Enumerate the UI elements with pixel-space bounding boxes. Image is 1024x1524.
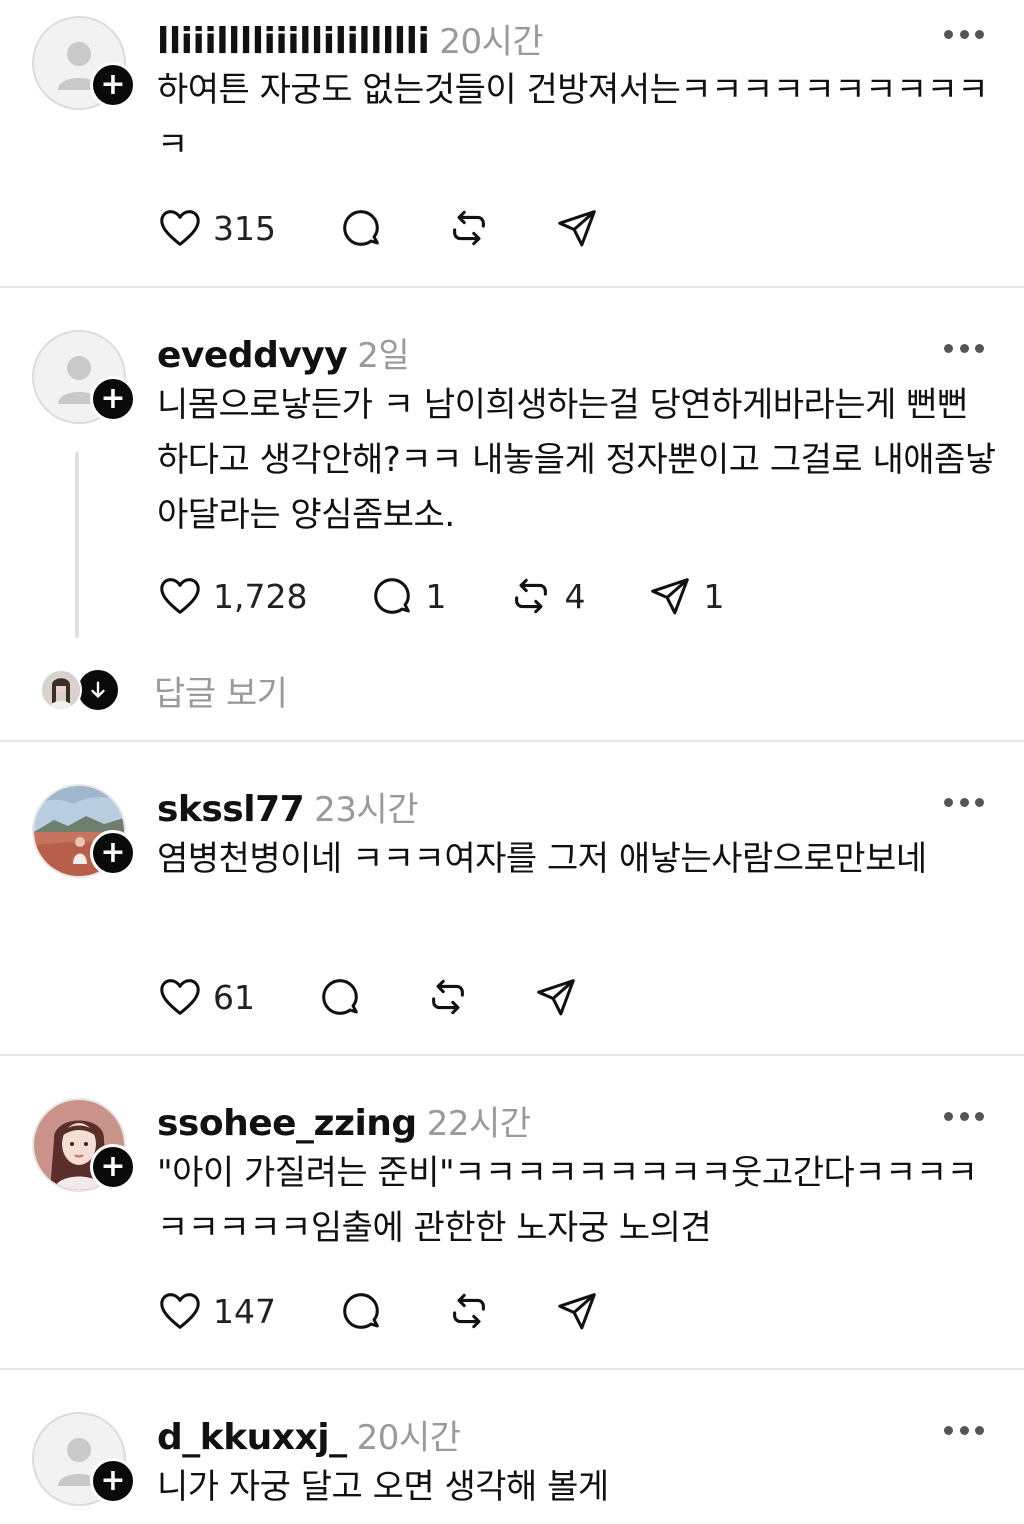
comment-button[interactable]: 1 bbox=[369, 573, 446, 619]
share-count: 1 bbox=[703, 576, 725, 616]
view-replies-link[interactable]: 답글 보기 bbox=[154, 666, 288, 715]
reply-avatar bbox=[40, 669, 82, 711]
comment-count: 1 bbox=[425, 576, 447, 616]
username[interactable]: eveddvyy bbox=[157, 335, 348, 376]
avatar[interactable]: + bbox=[32, 784, 136, 878]
comment-bubble-icon bbox=[343, 1293, 379, 1329]
post-item: + ssohee_zzing 22시간 "아이 가질려는 준비"ㅋㅋㅋㅋㅋㅋㅋㅋㅋ… bbox=[0, 1056, 1024, 1370]
repost-button[interactable] bbox=[425, 974, 471, 1020]
post-text: 니가 자궁 달고 오면 생각해 볼게 bbox=[157, 1467, 609, 1507]
timestamp: 23시간 bbox=[314, 790, 418, 830]
action-bar: 315 bbox=[157, 205, 600, 251]
repost-button[interactable] bbox=[446, 1288, 492, 1334]
like-button[interactable]: 147 bbox=[157, 1288, 276, 1334]
paper-plane-icon bbox=[558, 210, 596, 247]
plus-icon[interactable]: + bbox=[90, 62, 136, 108]
avatar[interactable]: + bbox=[32, 1412, 136, 1506]
comment-button[interactable] bbox=[338, 1288, 384, 1334]
like-button[interactable]: 1,728 bbox=[157, 573, 307, 619]
comment-button[interactable] bbox=[317, 974, 363, 1020]
repost-arrows-icon bbox=[453, 210, 485, 246]
post-item: + eveddvyy 2일 니몸으로낳든가 ㅋ 남이희생하는걸 당연하게바라는게 … bbox=[0, 288, 1024, 742]
share-button[interactable] bbox=[554, 1288, 600, 1334]
plus-icon[interactable]: + bbox=[90, 1458, 136, 1504]
paper-plane-icon bbox=[537, 979, 575, 1016]
repost-button[interactable] bbox=[446, 205, 492, 251]
like-button[interactable]: 61 bbox=[157, 974, 255, 1020]
action-bar: 1,728 1 4 1 bbox=[157, 573, 724, 619]
timestamp: 20시간 bbox=[439, 22, 544, 62]
more-dots-icon[interactable] bbox=[944, 342, 984, 354]
thread-line bbox=[75, 452, 79, 638]
action-bar: 61 bbox=[157, 974, 579, 1020]
plus-icon[interactable]: + bbox=[90, 1144, 136, 1190]
post-item: + skssl77 23시간 염병천병이네 ㅋㅋㅋ여자를 그저 애낳는사람으로만보… bbox=[0, 742, 1024, 1056]
comment-button[interactable] bbox=[338, 205, 384, 251]
username-row: ssohee_zzing 22시간 bbox=[157, 1096, 531, 1145]
more-dots-icon[interactable] bbox=[944, 796, 984, 808]
repost-button[interactable]: 4 bbox=[508, 573, 585, 619]
repost-arrows-icon bbox=[515, 578, 548, 614]
paper-plane-icon bbox=[651, 578, 690, 615]
timestamp: 22시간 bbox=[426, 1104, 531, 1144]
heart-icon bbox=[160, 1293, 200, 1329]
timestamp: 2일 bbox=[357, 336, 410, 376]
username-row: eveddvyy 2일 bbox=[157, 328, 410, 377]
username[interactable]: ssohee_zzing bbox=[157, 1103, 417, 1144]
view-replies-avatars[interactable] bbox=[40, 668, 120, 712]
username[interactable]: d_kkuxxj_ bbox=[157, 1417, 347, 1458]
plus-icon[interactable]: + bbox=[90, 376, 136, 422]
like-count: 61 bbox=[213, 977, 255, 1017]
username-row: skssl77 23시간 bbox=[157, 782, 418, 831]
like-count: 315 bbox=[213, 208, 276, 248]
like-button[interactable]: 315 bbox=[157, 205, 276, 251]
more-dots-icon[interactable] bbox=[944, 28, 984, 40]
heart-icon bbox=[160, 979, 200, 1015]
post-text: 니몸으로낳든가 ㅋ 남이희생하는걸 당연하게바라는게 뻔뻔하다고 생각안해?ㅋㅋ… bbox=[157, 385, 996, 535]
username[interactable]: skssl77 bbox=[157, 789, 305, 830]
avatar[interactable]: + bbox=[32, 1098, 136, 1192]
comment-bubble-icon bbox=[374, 578, 411, 614]
repost-arrows-icon bbox=[453, 1293, 485, 1329]
repost-arrows-icon bbox=[432, 979, 464, 1015]
repost-count: 4 bbox=[564, 576, 586, 616]
timestamp: 20시간 bbox=[356, 1418, 461, 1458]
action-bar: 147 bbox=[157, 1288, 600, 1334]
heart-icon bbox=[160, 578, 200, 614]
share-button[interactable] bbox=[554, 205, 600, 251]
share-button[interactable]: 1 bbox=[647, 573, 724, 619]
comment-bubble-icon bbox=[343, 210, 379, 246]
share-button[interactable] bbox=[533, 974, 579, 1020]
username-row: d_kkuxxj_ 20시간 bbox=[157, 1410, 461, 1459]
more-dots-icon[interactable] bbox=[944, 1424, 984, 1436]
avatar[interactable]: + bbox=[32, 330, 136, 424]
post-text: 염병천병이네 ㅋㅋㅋ여자를 그저 애낳는사람으로만보네 bbox=[157, 839, 927, 879]
arrow-down-icon bbox=[76, 668, 120, 712]
paper-plane-icon bbox=[558, 1293, 596, 1330]
avatar[interactable]: + bbox=[32, 16, 136, 110]
like-count: 1,728 bbox=[213, 576, 308, 616]
post-text: 하여튼 자궁도 없는것들이 건방져서는ㅋㅋㅋㅋㅋㅋㅋㅋㅋㅋㅋ bbox=[157, 70, 989, 165]
username[interactable]: lliiilllliiillilillllli bbox=[157, 21, 430, 62]
heart-icon bbox=[160, 210, 200, 246]
post-item: + d_kkuxxj_ 20시간 니가 자궁 달고 오면 생각해 볼게 bbox=[0, 1370, 1024, 1524]
like-count: 147 bbox=[213, 1291, 276, 1331]
post-text: "아이 가질려는 준비"ㅋㅋㅋㅋㅋㅋㅋㅋㅋ웃고간다ㅋㅋㅋㅋㅋㅋㅋㅋㅋ임출에 관한… bbox=[157, 1153, 978, 1248]
comment-bubble-icon bbox=[322, 979, 358, 1015]
plus-icon[interactable]: + bbox=[90, 830, 136, 876]
post-item: + lliiilllliiillilillllli 20시간 하여튼 자궁도 없는… bbox=[0, 0, 1024, 288]
more-dots-icon[interactable] bbox=[944, 1110, 984, 1122]
username-row: lliiilllliiillilillllli 20시간 bbox=[157, 14, 544, 63]
